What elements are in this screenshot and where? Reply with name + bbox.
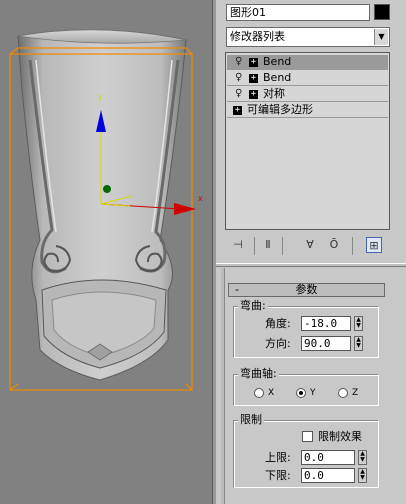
angle-spinner[interactable]: ▲ ▼: [354, 316, 363, 331]
upper-limit-label: 上限:: [265, 451, 291, 464]
stack-item-label: 可编辑多边形: [247, 103, 313, 116]
axis-x-label: X: [268, 388, 275, 398]
modifier-list-label: 修改器列表: [230, 30, 285, 43]
configure-modifier-sets-icon[interactable]: ⊞: [366, 237, 382, 253]
toolbar-separator: [352, 237, 353, 255]
upper-limit-spinner[interactable]: ▲ ▼: [358, 450, 367, 465]
stack-item-bend-2[interactable]: ♀ + Bend: [227, 71, 388, 86]
axis-y-label: y: [98, 92, 103, 101]
axis-x-label: x: [198, 194, 203, 203]
object-color-swatch[interactable]: [374, 4, 390, 20]
bend-group: 弯曲: 角度: -18.0 ▲ ▼ 方向: 90.0 ▲ ▼: [233, 300, 379, 358]
group-title-bend: 弯曲:: [238, 299, 268, 312]
stack-item-label: Bend: [263, 55, 292, 68]
rollout-title: 参数: [295, 283, 318, 296]
toolbar-separator: [254, 237, 255, 255]
modifier-list-dropdown[interactable]: 修改器列表 ▼: [226, 27, 390, 47]
stack-item-label: Bend: [263, 71, 292, 84]
model-mesh: [17, 29, 187, 381]
expand-icon[interactable]: +: [249, 58, 258, 67]
lower-limit-field[interactable]: 0.0: [301, 468, 355, 483]
stack-item-editable-poly[interactable]: + 可编辑多边形: [227, 103, 388, 118]
direction-field[interactable]: 90.0: [301, 336, 351, 351]
lightbulb-icon[interactable]: ♀: [235, 88, 245, 100]
bend-axis-group: 弯曲轴: X Y Z: [233, 368, 379, 406]
stack-item-bend-1[interactable]: ♀ + Bend: [227, 55, 388, 70]
direction-label: 方向:: [265, 337, 291, 350]
show-end-result-icon[interactable]: Ⅱ: [260, 237, 276, 253]
group-title-bend-axis: 弯曲轴:: [238, 367, 279, 380]
angle-label: 角度:: [265, 317, 291, 330]
axis-z-label: Z: [352, 388, 359, 398]
limits-group: 限制 限制效果 上限: 0.0 ▲ ▼ 下限: 0.0 ▲ ▼: [233, 414, 379, 488]
viewport-canvas[interactable]: [0, 0, 212, 504]
direction-spinner[interactable]: ▲ ▼: [354, 336, 363, 351]
limit-effect-checkbox[interactable]: [302, 431, 313, 442]
object-name-field[interactable]: 图形01: [226, 4, 370, 21]
collapse-icon[interactable]: -: [235, 284, 239, 296]
lower-limit-label: 下限:: [265, 469, 291, 482]
make-unique-icon[interactable]: ∀: [302, 237, 318, 253]
expand-icon[interactable]: +: [249, 90, 258, 99]
upper-limit-field[interactable]: 0.0: [301, 450, 355, 465]
remove-modifier-icon[interactable]: Ō: [326, 237, 342, 253]
row-divider: [227, 117, 388, 118]
toolbar-separator: [282, 237, 283, 255]
angle-field[interactable]: -18.0: [301, 316, 351, 331]
stack-item-symmetry[interactable]: ♀ + 对称: [227, 87, 388, 102]
stack-toolbar: ⊣ Ⅱ ∀ Ō ⊞: [226, 235, 396, 257]
pivot-point: [103, 185, 111, 193]
modify-panel: 图形01 修改器列表 ▼ ♀ + Bend ♀ + Bend ♀ + 对称 + …: [216, 0, 406, 504]
chevron-down-icon[interactable]: ▼: [374, 29, 388, 45]
axis-y-radio[interactable]: [296, 388, 306, 398]
group-title-limits: 限制: [238, 413, 264, 426]
modifier-stack[interactable]: ♀ + Bend ♀ + Bend ♀ + 对称 + 可编辑多边形: [225, 52, 390, 230]
row-divider: [227, 101, 388, 102]
limit-effect-label: 限制效果: [318, 430, 362, 443]
lower-limit-spinner[interactable]: ▲ ▼: [358, 468, 367, 483]
panel-scrollbar[interactable]: [221, 268, 225, 504]
axis-z-radio[interactable]: [338, 388, 348, 398]
lightbulb-icon[interactable]: ♀: [235, 56, 245, 68]
panel-splitter[interactable]: [216, 263, 406, 267]
stack-item-label: 对称: [263, 87, 285, 100]
axis-x-radio[interactable]: [254, 388, 264, 398]
axis-y-label: Y: [310, 388, 316, 398]
row-divider: [227, 85, 388, 86]
lightbulb-icon[interactable]: ♀: [235, 72, 245, 84]
viewport-perspective[interactable]: y x: [0, 0, 212, 504]
parameters-rollout-header[interactable]: - 参数: [228, 283, 385, 297]
expand-icon[interactable]: +: [233, 106, 242, 115]
pin-stack-icon[interactable]: ⊣: [230, 237, 246, 253]
expand-icon[interactable]: +: [249, 74, 258, 83]
x-axis-arrow: [174, 203, 196, 215]
